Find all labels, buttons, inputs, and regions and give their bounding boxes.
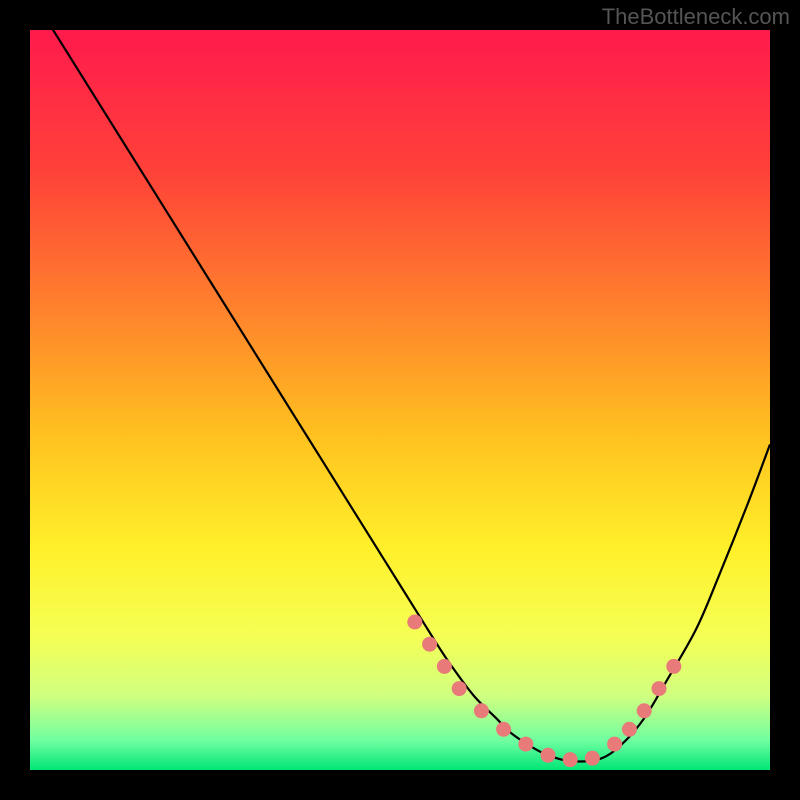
marker-point (422, 637, 437, 652)
marker-point (563, 752, 578, 767)
chart-background (30, 30, 770, 770)
marker-point (666, 659, 681, 674)
chart-area (30, 30, 770, 770)
marker-point (474, 703, 489, 718)
marker-point (437, 659, 452, 674)
marker-point (541, 748, 556, 763)
marker-point (622, 722, 637, 737)
marker-point (607, 737, 622, 752)
marker-point (652, 681, 667, 696)
marker-point (637, 703, 652, 718)
marker-point (496, 722, 511, 737)
marker-point (518, 737, 533, 752)
chart-svg (30, 30, 770, 770)
marker-point (407, 615, 422, 630)
marker-point (585, 751, 600, 766)
watermark-text: TheBottleneck.com (602, 4, 790, 30)
marker-point (452, 681, 467, 696)
